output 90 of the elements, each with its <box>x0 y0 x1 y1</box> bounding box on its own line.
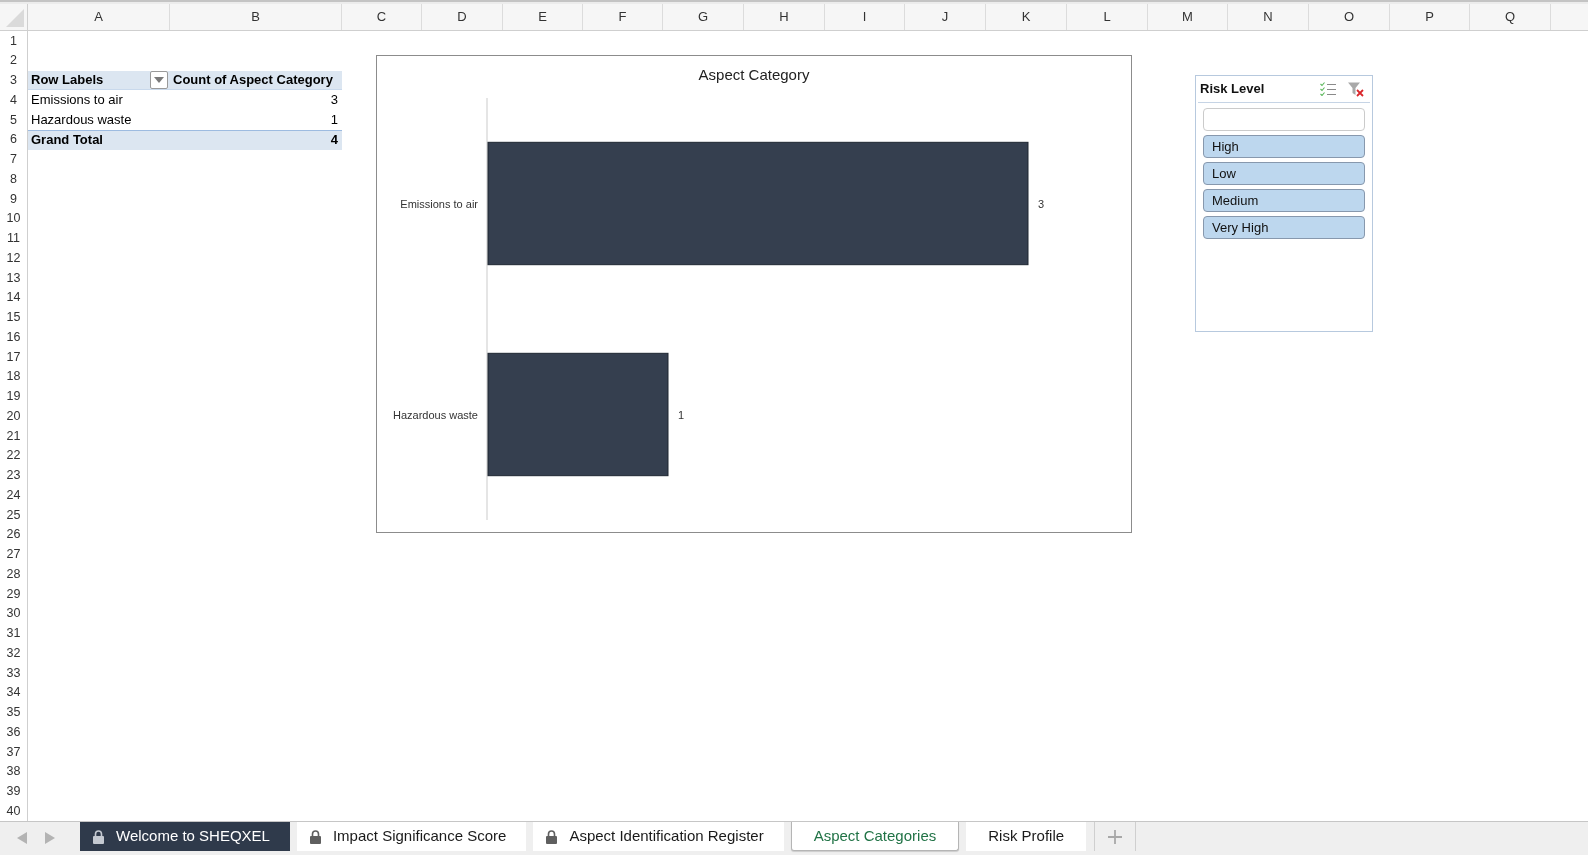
pivot-header-cell-text: Row Labels <box>31 71 104 90</box>
row-header[interactable]: 39 <box>0 781 27 802</box>
row-header[interactable]: 12 <box>0 248 27 268</box>
row-header[interactable]: 16 <box>0 327 27 347</box>
slicer-item[interactable]: Low <box>1203 162 1365 185</box>
row-filter-button[interactable] <box>150 70 168 89</box>
sheet-tab[interactable]: Welcome to SHEQXEL <box>80 822 290 851</box>
pivot-value: 1 <box>329 111 339 130</box>
row-header[interactable]: 29 <box>0 584 27 604</box>
row-header[interactable]: 21 <box>0 426 27 446</box>
column-header[interactable]: E <box>503 4 583 30</box>
pivot-row-label: Hazardous waste <box>30 111 133 130</box>
column-header[interactable]: J <box>905 4 986 30</box>
row-header[interactable]: 37 <box>0 742 27 762</box>
row-header[interactable]: 11 <box>0 228 27 249</box>
column-header[interactable]: H <box>744 4 825 30</box>
category-label: Hazardous waste <box>393 408 478 421</box>
row-header[interactable]: 5 <box>0 110 27 130</box>
row-header[interactable]: 13 <box>0 268 27 288</box>
caret-down-icon <box>154 76 164 83</box>
value-label: 3 <box>1038 197 1045 210</box>
row-header[interactable]: 34 <box>0 682 27 703</box>
grand-total-label: Grand Total <box>30 131 104 150</box>
slicer-item[interactable]: High <box>1203 135 1365 158</box>
row-header[interactable]: 30 <box>0 603 27 624</box>
row-header[interactable]: 10 <box>0 208 27 229</box>
category-label: Emissions to air <box>400 197 478 210</box>
column-header[interactable]: N <box>1228 4 1309 30</box>
column-header[interactable]: D <box>422 4 503 30</box>
row-header[interactable]: 20 <box>0 406 27 426</box>
row-header[interactable]: 6 <box>0 129 27 150</box>
column-header[interactable]: O <box>1309 4 1390 30</box>
row-header[interactable]: 36 <box>0 722 27 742</box>
corner-triangle-icon <box>6 9 24 27</box>
add-sheet-button[interactable] <box>1094 822 1137 851</box>
sheet-tab[interactable]: Risk Profile <box>966 822 1087 851</box>
row-header[interactable]: 23 <box>0 465 27 486</box>
row-header[interactable]: 18 <box>0 366 27 387</box>
row-header[interactable]: 32 <box>0 643 27 663</box>
funnel-clear-icon[interactable] <box>1348 81 1364 97</box>
row-header[interactable]: 4 <box>0 90 27 110</box>
slicer-title: Risk Level <box>1200 80 1265 99</box>
pivot-row-label: Emissions to air <box>30 91 124 110</box>
column-header[interactable]: G <box>663 4 744 30</box>
column-header[interactable]: I <box>825 4 905 30</box>
row-header[interactable]: 19 <box>0 386 27 407</box>
slicer-item[interactable]: Medium <box>1203 189 1365 212</box>
column-header[interactable]: L <box>1067 4 1148 30</box>
slicer-item[interactable]: Very High <box>1203 216 1365 239</box>
grand-total-value: 4 <box>329 131 339 150</box>
row-header[interactable]: 24 <box>0 485 27 505</box>
column-header[interactable]: C <box>342 4 422 30</box>
row-header[interactable]: 2 <box>0 50 27 71</box>
column-header[interactable]: M <box>1148 4 1228 30</box>
column-header[interactable]: Q <box>1470 4 1551 30</box>
sheet-tab[interactable]: Aspect Identification Register <box>533 822 784 851</box>
column-header[interactable]: F <box>583 4 663 30</box>
left-triangle-icon[interactable] <box>17 832 27 844</box>
row-header[interactable]: 33 <box>0 663 27 683</box>
row-header[interactable]: 26 <box>0 524 27 545</box>
row-header[interactable]: 38 <box>0 761 27 782</box>
row-header[interactable]: 15 <box>0 307 27 328</box>
row-header[interactable]: 9 <box>0 189 27 209</box>
checklist-icon[interactable] <box>1320 82 1336 96</box>
pivot-value: 3 <box>329 91 339 110</box>
row-header[interactable]: 1 <box>0 31 27 51</box>
sheet-tab[interactable]: Impact Significance Score <box>296 822 527 851</box>
column-header[interactable]: B <box>170 4 342 30</box>
row-header[interactable]: 25 <box>0 505 27 525</box>
row-header[interactable]: 22 <box>0 445 27 466</box>
right-triangle-icon[interactable] <box>45 832 55 844</box>
empty-slicer-item[interactable] <box>1203 108 1365 131</box>
row-header[interactable]: 17 <box>0 347 27 367</box>
row-header[interactable]: 40 <box>0 801 27 821</box>
row-header[interactable]: 28 <box>0 564 27 584</box>
column-header[interactable]: A <box>28 4 170 30</box>
row-header[interactable]: 8 <box>0 169 27 189</box>
row-header[interactable]: 7 <box>0 149 27 170</box>
sheet-tab[interactable]: Aspect Categories <box>790 822 960 851</box>
column-header[interactable]: K <box>986 4 1067 30</box>
plus-icon <box>1108 829 1123 844</box>
column-header[interactable]: P <box>1390 4 1470 30</box>
row-header[interactable]: 31 <box>0 623 27 644</box>
row-header[interactable]: 14 <box>0 287 27 308</box>
row-header[interactable]: 3 <box>0 70 27 91</box>
row-header[interactable]: 35 <box>0 702 27 723</box>
chart-title: Aspect Category <box>698 66 810 83</box>
row-header[interactable]: 27 <box>0 544 27 565</box>
pivot-header-cell-text: Count of Aspect Category <box>172 71 334 90</box>
value-label: 1 <box>678 408 685 421</box>
